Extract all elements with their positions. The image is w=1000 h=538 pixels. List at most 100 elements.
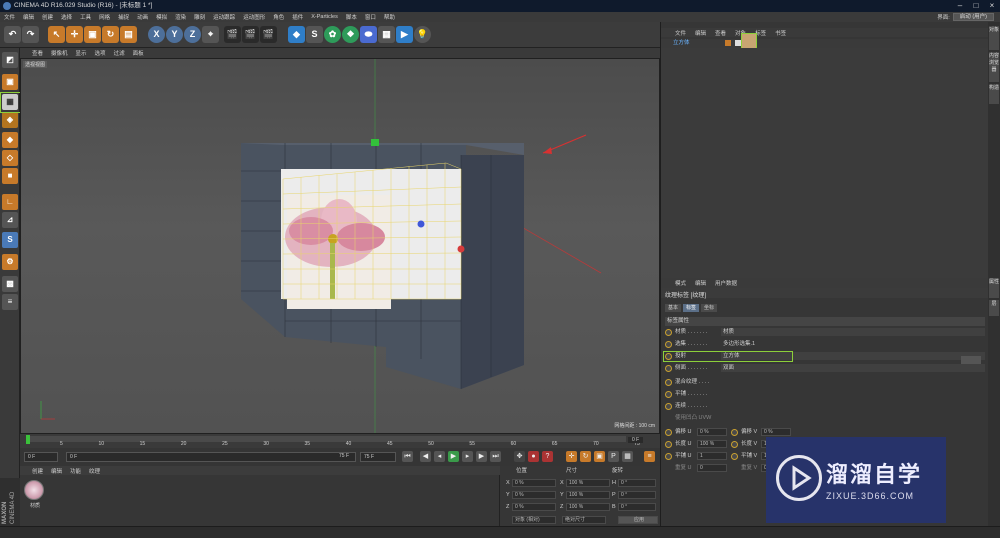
tab-coord[interactable]: 坐标 [701, 304, 718, 312]
end-frame-field[interactable]: 75 F [360, 452, 396, 462]
move-tool-icon[interactable]: ✛ [66, 26, 83, 43]
phong-tag-icon[interactable] [725, 40, 731, 46]
keyframe-dot[interactable] [665, 441, 672, 448]
menu-create[interactable]: 创建 [42, 13, 53, 21]
make-editable-icon[interactable]: ◩ [2, 52, 18, 68]
select-tool-icon[interactable]: ↖ [48, 26, 65, 43]
key-param-icon[interactable]: P [608, 451, 619, 462]
menu-mesh[interactable]: 网格 [99, 13, 110, 21]
frame-range-slider[interactable]: 0 F [66, 452, 356, 462]
deformer-icon[interactable]: ⬬ [360, 26, 377, 43]
position-y-field[interactable]: 0 % [512, 491, 556, 499]
goto-end-icon[interactable]: ⏭ [490, 451, 501, 462]
menu-plugins[interactable]: 插件 [292, 13, 303, 21]
menu-file[interactable]: 文件 [4, 13, 15, 21]
edge-mode-icon[interactable]: ◇ [2, 150, 18, 166]
render-settings-icon[interactable]: 🎬 [260, 26, 277, 43]
menu-character[interactable]: 角色 [273, 13, 284, 21]
minimize-button[interactable]: – [952, 0, 968, 12]
attr-menu-userdata[interactable]: 用户数据 [715, 279, 737, 287]
scale-tool-icon[interactable]: ▣ [84, 26, 101, 43]
menu-simulate[interactable]: 模拟 [156, 13, 167, 21]
cube-primitive-icon[interactable]: ◆ [288, 26, 305, 43]
position-z-field[interactable]: 0 % [512, 503, 556, 511]
3d-viewport[interactable]: 透视视图 网格间距: 100 cm [20, 58, 660, 434]
tab-tag[interactable]: 标签 [683, 304, 700, 312]
coord-mode-dropdown[interactable]: 对象 (相对) [512, 516, 556, 524]
menu-help[interactable]: 帮助 [384, 13, 395, 21]
menu-select[interactable]: 选择 [61, 13, 72, 21]
scene-floor-icon[interactable]: ▦ [378, 26, 395, 43]
menu-xparticles[interactable]: X-Particles [311, 14, 338, 20]
menu-render[interactable]: 渲染 [175, 13, 186, 21]
vp-menu-view[interactable]: 查看 [32, 49, 43, 57]
rotate-tool-icon[interactable]: ↻ [102, 26, 119, 43]
tab-basic[interactable]: 基本 [665, 304, 682, 312]
close-button[interactable]: × [984, 0, 1000, 12]
keyframe-dot[interactable] [731, 441, 738, 448]
workplane-icon[interactable]: ◈ [2, 112, 18, 128]
start-frame-field[interactable]: 0 F [24, 452, 58, 462]
play-icon[interactable]: ▶ [448, 451, 459, 462]
obj-menu-view[interactable]: 查看 [715, 29, 726, 37]
object-list-area[interactable] [661, 48, 989, 298]
tab-content-browser[interactable]: 内容浏览器 [989, 52, 999, 82]
offset-u-field[interactable]: 0 % [697, 428, 727, 436]
mat-menu-function[interactable]: 功能 [70, 467, 81, 475]
tab-objects[interactable]: 对象 [989, 26, 999, 50]
y-axis-toggle[interactable]: Y [166, 26, 183, 43]
timeline-window-icon[interactable]: ≡ [644, 451, 655, 462]
vp-menu-panel[interactable]: 面板 [133, 49, 144, 57]
texture-tag-icon[interactable] [741, 33, 757, 49]
render-picture-viewer-icon[interactable]: 🎬 [242, 26, 259, 43]
tab-structure[interactable]: 构造 [989, 84, 999, 104]
size-y-field[interactable]: 100 % [566, 491, 610, 499]
attr-menu-mode[interactable]: 模式 [675, 279, 686, 287]
keyframe-dot[interactable] [665, 329, 672, 336]
keyframe-dot[interactable] [665, 365, 672, 372]
tweak-icon[interactable]: ⊿ [2, 212, 18, 228]
keyframe-dot[interactable] [665, 403, 672, 410]
lock-icon[interactable]: ⚙ [2, 254, 18, 270]
keyframe-dot[interactable] [731, 453, 738, 460]
undo-icon[interactable]: ↶ [4, 26, 21, 43]
rotation-b-field[interactable]: 0 ° [618, 503, 656, 511]
tab-layers[interactable]: 层 [989, 300, 999, 316]
vp-menu-cameras[interactable]: 摄像机 [51, 49, 68, 57]
size-z-field[interactable]: 100 % [566, 503, 610, 511]
redo-icon[interactable]: ↷ [22, 26, 39, 43]
next-key-icon[interactable]: ▶ [476, 451, 487, 462]
vp-menu-display[interactable]: 显示 [76, 49, 87, 57]
keyframe-dot[interactable] [665, 391, 672, 398]
size-mode-dropdown[interactable]: 绝对尺寸 [562, 516, 606, 524]
spline-pen-icon[interactable]: S [306, 26, 323, 43]
layer-icon[interactable]: ≡ [2, 294, 18, 310]
menu-edit[interactable]: 编辑 [23, 13, 34, 21]
menu-mograph[interactable]: 运动图形 [243, 13, 265, 21]
model-mode-icon[interactable]: ▣ [2, 74, 18, 90]
x-axis-toggle[interactable]: X [148, 26, 165, 43]
camera-icon[interactable]: ▶ [396, 26, 413, 43]
next-frame-icon[interactable]: ▸ [462, 451, 473, 462]
menu-sculpt[interactable]: 雕刻 [194, 13, 205, 21]
tiles-u-field[interactable]: 1 [697, 452, 727, 460]
key-rotate-icon[interactable]: ↻ [580, 451, 591, 462]
axis-mode-icon[interactable]: ∟ [2, 194, 18, 210]
timeline[interactable]: 5 10 15 20 25 30 35 40 45 50 55 60 65 70… [20, 434, 660, 448]
recent-tool-icon[interactable]: ▤ [120, 26, 137, 43]
object-row-cube[interactable]: 立方体 [661, 33, 989, 49]
rep-u-field[interactable]: 0 [697, 464, 727, 472]
mat-menu-texture[interactable]: 纹理 [89, 467, 100, 475]
side-dropdown[interactable]: 双面 [721, 364, 985, 372]
position-x-field[interactable]: 0 % [512, 479, 556, 487]
menu-motion-tracking[interactable]: 运动跟踪 [213, 13, 235, 21]
mat-menu-edit[interactable]: 编辑 [51, 467, 62, 475]
menu-snap[interactable]: 捕捉 [118, 13, 129, 21]
menu-window[interactable]: 窗口 [365, 13, 376, 21]
apply-button[interactable]: 应用 [618, 516, 658, 524]
obj-menu-file[interactable]: 文件 [675, 29, 686, 37]
layout-dropdown[interactable]: 启动 (用户) [952, 13, 994, 21]
material-field[interactable]: 材质 [721, 328, 985, 336]
menu-tools[interactable]: 工具 [80, 13, 91, 21]
keyframe-dot[interactable] [665, 341, 672, 348]
